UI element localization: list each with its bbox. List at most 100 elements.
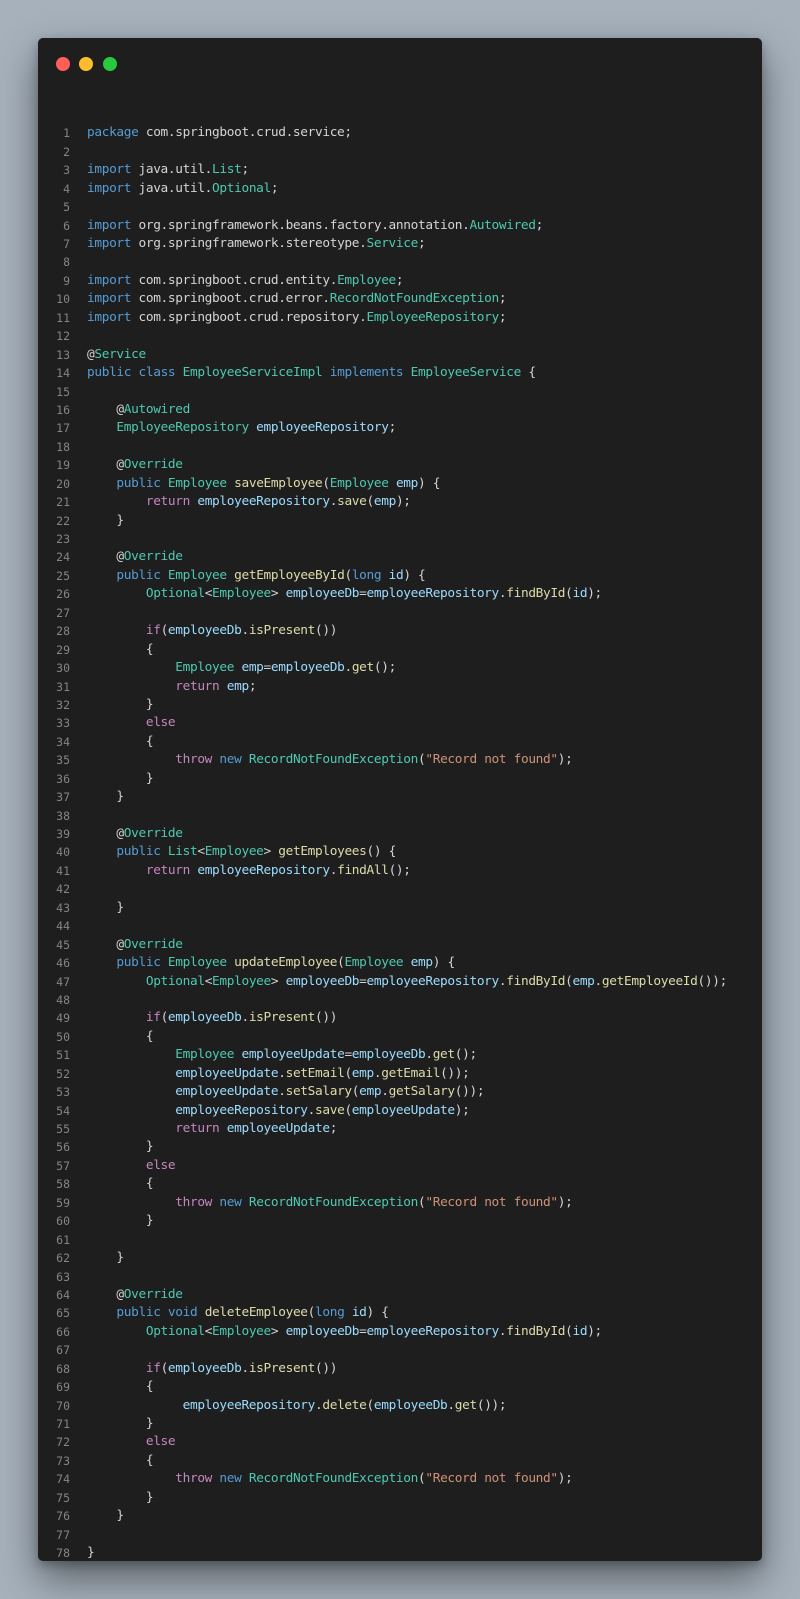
line-code: { — [87, 1452, 154, 1470]
code-token: { — [87, 1176, 154, 1192]
code-token: < — [204, 586, 213, 602]
code-token: public — [116, 955, 161, 971]
code-token: return — [145, 862, 190, 878]
line-number: 56 — [56, 1140, 70, 1155]
code-line: 25 public Employee getEmployeeById(long … — [38, 567, 762, 585]
line-number: 60 — [56, 1214, 70, 1229]
line-code: return employeeUpdate; — [87, 1120, 337, 1138]
window-titlebar — [38, 38, 762, 90]
code-token: throw — [175, 1194, 213, 1210]
line-number: 50 — [56, 1029, 70, 1044]
code-token: new — [219, 1194, 242, 1210]
code-line: 55 return employeeUpdate; — [38, 1120, 762, 1138]
code-token: Employee — [329, 475, 389, 491]
code-line: 57 else — [38, 1157, 762, 1175]
code-line: 76 } — [38, 1507, 762, 1525]
code-token: { — [87, 1452, 154, 1468]
line-number: 33 — [56, 716, 70, 731]
code-token: implements — [329, 365, 404, 381]
code-token: List — [212, 162, 242, 178]
code-token: void — [167, 1305, 198, 1321]
code-line: 62 } — [38, 1249, 762, 1267]
line-code: throw new RecordNotFoundException("Recor… — [87, 1194, 573, 1212]
line-code: import com.springboot.crud.error.RecordN… — [87, 290, 507, 308]
code-line: 34 { — [38, 733, 762, 751]
code-line: 31 return emp; — [38, 678, 762, 696]
code-line: 36 } — [38, 770, 762, 788]
code-token: import — [87, 236, 132, 252]
line-number: 15 — [56, 384, 70, 399]
line-number: 46 — [56, 956, 70, 971]
code-line: 23 — [38, 530, 762, 548]
code-line: 16 @Autowired — [38, 401, 762, 419]
line-number: 38 — [56, 808, 70, 823]
line-code: if(employeeDb.isPresent()) — [87, 622, 338, 640]
code-token: import — [87, 309, 132, 325]
line-code: public Employee updateEmployee(Employee … — [87, 954, 455, 972]
line-code: @Service — [87, 346, 146, 364]
code-token: else — [145, 1157, 176, 1173]
code-token: RecordNotFoundException — [248, 1194, 419, 1210]
code-token: } — [87, 1416, 154, 1432]
code-line: 58 { — [38, 1175, 762, 1193]
code-line: 5 — [38, 198, 762, 216]
code-token: Employee — [204, 844, 264, 860]
code-token: employeeDb — [270, 660, 345, 676]
close-dot-icon[interactable] — [56, 57, 70, 71]
minimize-dot-icon[interactable] — [79, 57, 93, 71]
code-token: ; — [535, 217, 544, 233]
code-token: RecordNotFoundException — [248, 1471, 419, 1487]
line-number: 43 — [56, 900, 70, 915]
code-line: 43 } — [38, 899, 762, 917]
maximize-dot-icon[interactable] — [103, 57, 117, 71]
code-token: Override — [123, 826, 183, 842]
line-number: 19 — [56, 458, 70, 473]
code-token: ); — [557, 1194, 573, 1210]
code-line: 20 public Employee saveEmployee(Employee… — [38, 475, 762, 493]
line-code: import org.springframework.beans.factory… — [87, 217, 543, 235]
line-code: EmployeeRepository employeeRepository; — [87, 419, 396, 437]
code-token: employeeDb — [285, 1323, 360, 1339]
code-line: 41 return employeeRepository.findAll(); — [38, 862, 762, 880]
line-number: 58 — [56, 1177, 70, 1192]
code-line: 60 } — [38, 1212, 762, 1230]
line-number: 17 — [56, 421, 70, 436]
line-number: 9 — [63, 273, 70, 288]
code-token: ( — [366, 494, 375, 510]
code-token: } — [87, 512, 124, 528]
line-code: Optional<Employee> employeeDb=employeeRe… — [87, 585, 602, 603]
code-token: EmployeeRepository — [116, 420, 249, 436]
code-token: ; — [241, 162, 249, 178]
code-line: 65 public void deleteEmployee(long id) { — [38, 1304, 762, 1322]
code-token: ()) — [315, 1360, 338, 1376]
code-token: getSalary — [388, 1084, 456, 1100]
code-token: id — [572, 1323, 588, 1339]
code-token: ()); — [697, 973, 728, 989]
line-code: else — [87, 1433, 176, 1451]
line-code: return employeeRepository.save(emp); — [87, 493, 411, 511]
code-token: . — [344, 660, 352, 676]
code-token: ) { — [418, 475, 441, 491]
code-line: 56 } — [38, 1138, 762, 1156]
code-token: Override — [123, 1286, 183, 1302]
code-token: } — [87, 1545, 95, 1561]
code-token: < — [204, 1323, 213, 1339]
line-code: } — [87, 1489, 154, 1507]
line-number: 25 — [56, 568, 70, 583]
code-token: findById — [506, 973, 566, 989]
code-token: emp — [395, 475, 419, 491]
code-line: 66 Optional<Employee> employeeDb=employe… — [38, 1323, 762, 1341]
code-line: 27 — [38, 604, 762, 622]
code-line: 52 employeeUpdate.setEmail(emp.getEmail(… — [38, 1065, 762, 1083]
line-number: 24 — [56, 550, 70, 565]
code-editor[interactable]: 1 package com.springboot.crud.service; 2 3 i… — [38, 124, 762, 1561]
line-number: 13 — [56, 347, 70, 362]
line-number: 8 — [63, 255, 70, 270]
